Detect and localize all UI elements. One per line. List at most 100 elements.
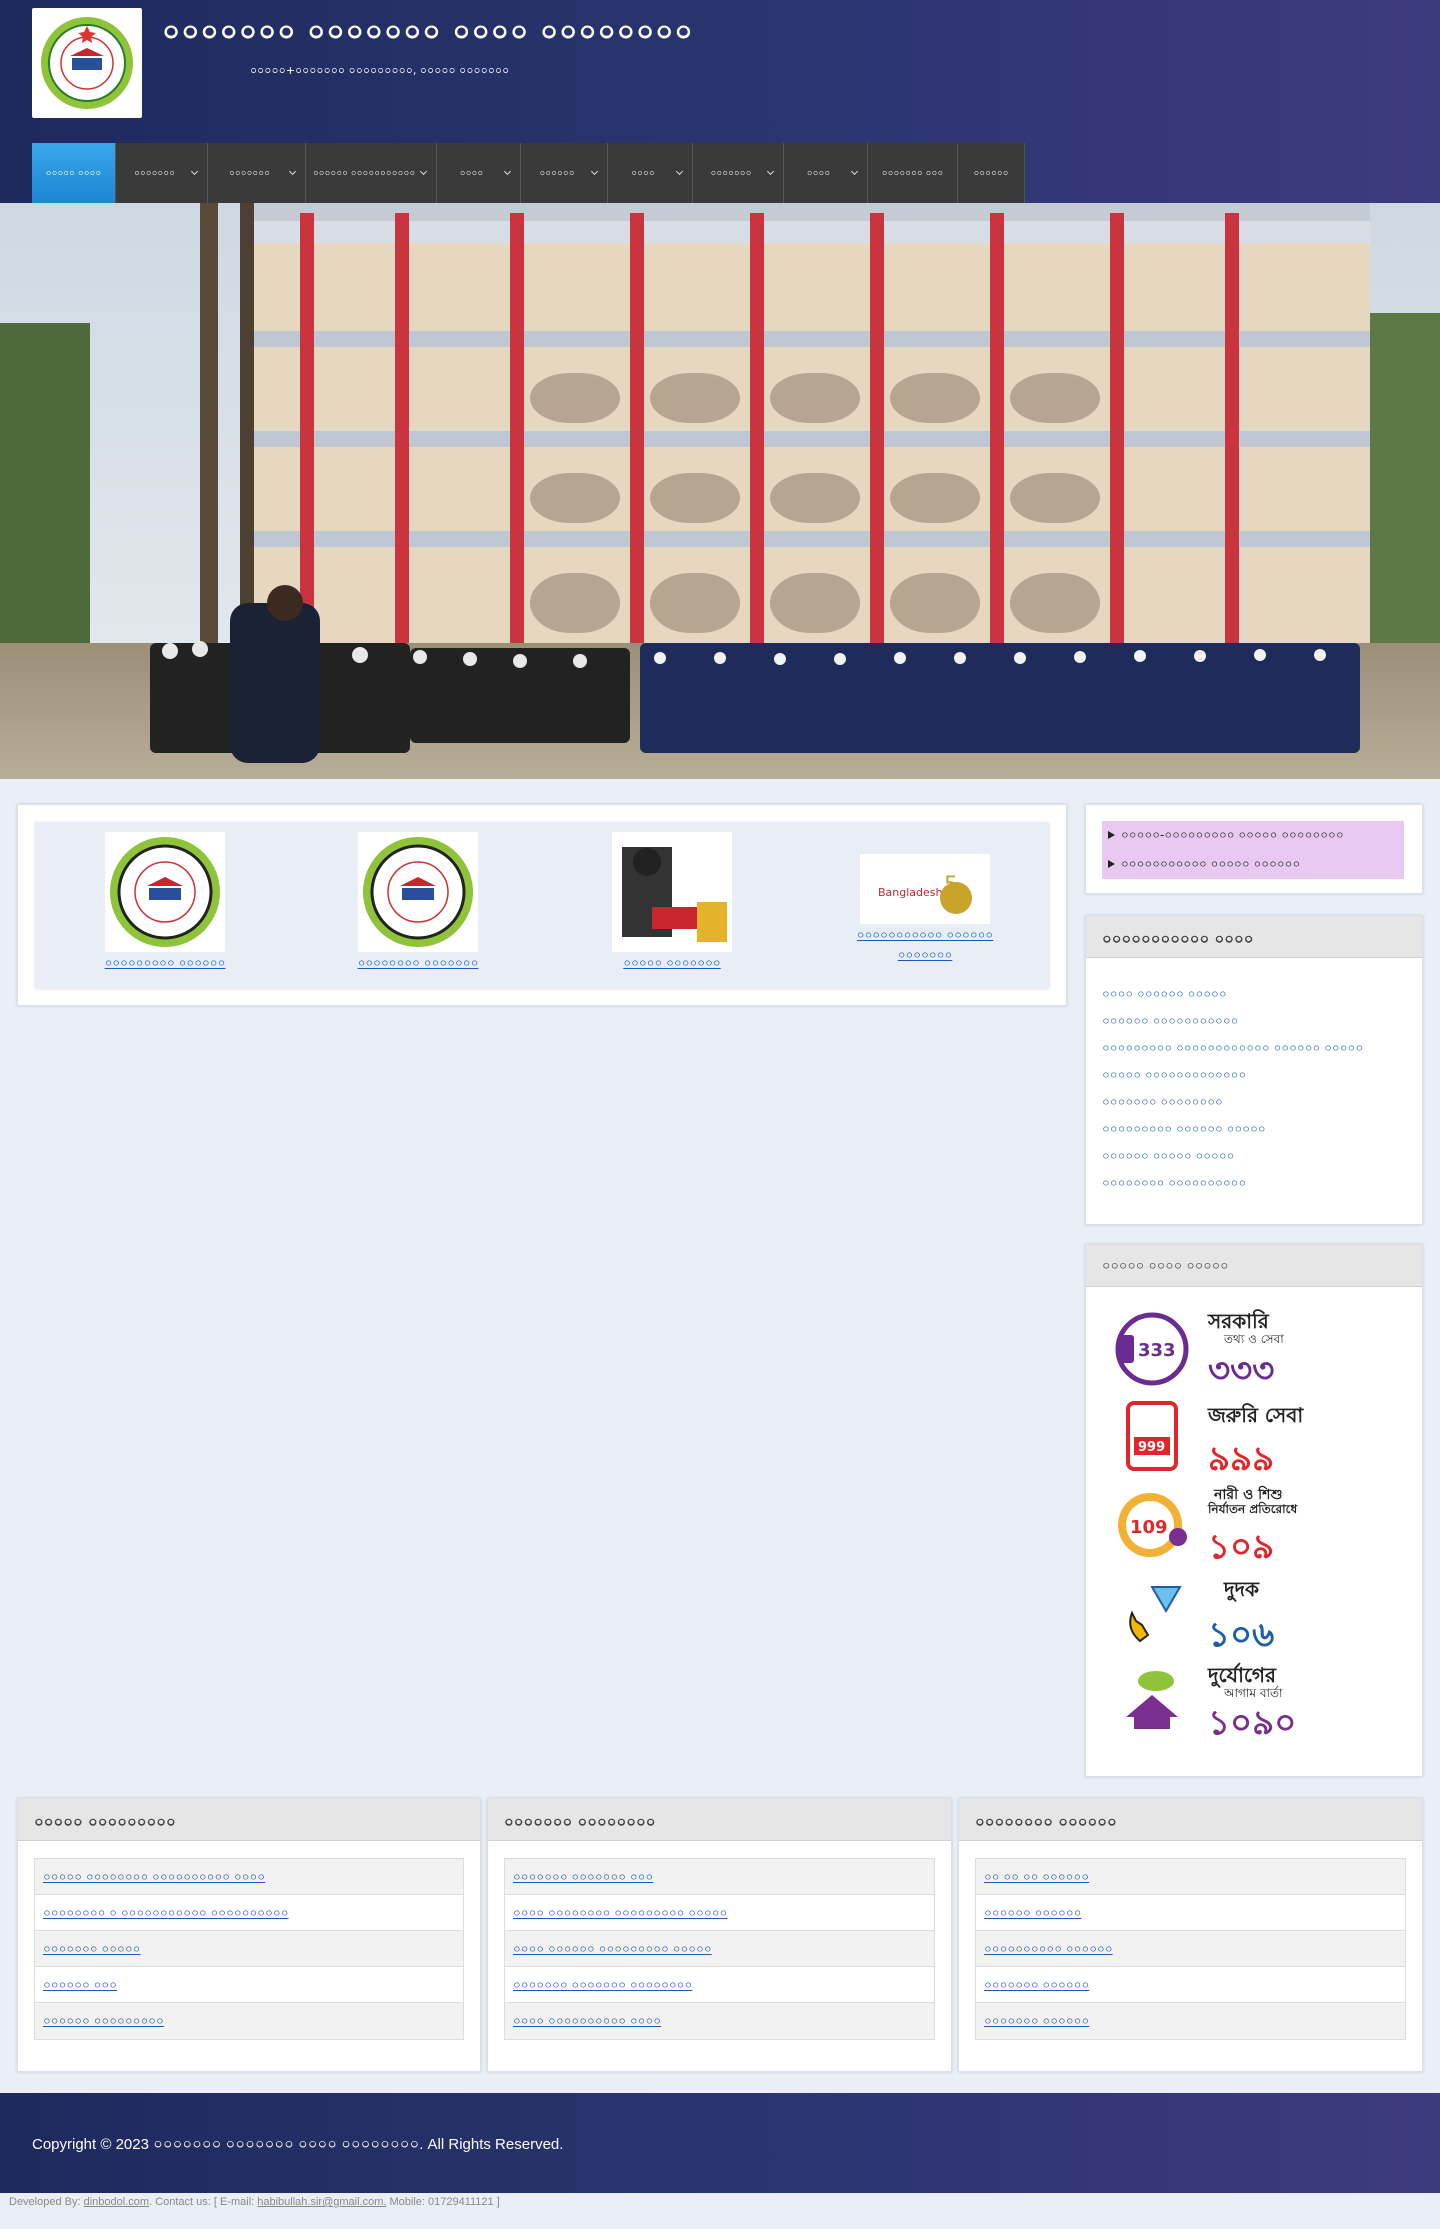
nav-item-5[interactable]: ০০০০	[437, 143, 521, 203]
footer-box-title: ০০০০০ ০০০০০০০০০	[18, 1799, 480, 1841]
women-child-109-icon: 109	[1118, 1493, 1187, 1557]
footer-link[interactable]: ০০০০০০০ ০০০০০০০ ০০০০০০০০	[505, 1967, 934, 2003]
tile-3[interactable]: ০০০০০ ০০০০০০০	[602, 832, 742, 975]
nav-label: ০০০০০ ০০০০	[45, 168, 102, 179]
important-link[interactable]: ০০০০০০ ০০০০০ ০০০০০	[1102, 1143, 1406, 1170]
tile-label[interactable]: ০০০০০০০০০০০ ০০০০০০ ০০০০০০০	[845, 927, 1005, 967]
footer-box-2: ০০০০০০০ ০০০০০০০০ ০০০০০০০ ০০০০০০০ ০০০ ০০০…	[487, 1798, 952, 2072]
tile-label[interactable]: ০০০০০০০০০ ০০০০০০	[95, 955, 235, 975]
important-links-title: ০০০০০০০০০০০ ০০০০	[1086, 916, 1422, 958]
footer-link-list: ০০ ০০ ০০ ০০০০০০ ০০০০০০ ০০০০০০ ০০০০০০০০০০…	[975, 1858, 1406, 2040]
triangle-right-icon	[1108, 860, 1115, 868]
notice-label[interactable]: ০০০০০০০০০০০ ০০০০০ ০০০০০০	[1121, 857, 1300, 871]
footer-link[interactable]: ০০০০ ০০০০০০০০০০ ০০০০	[505, 2003, 934, 2039]
nav-item-7[interactable]: ০০০০	[608, 143, 693, 203]
hotline-number: ১০৯০	[1208, 1703, 1297, 1743]
footer-link[interactable]: ০০০০০ ০০০০০০০০ ০০০০০০০০০০ ০০০০	[35, 1859, 463, 1895]
notice-item[interactable]: ০০০০০০০০০০০ ০০০০০ ০০০০০০	[1102, 850, 1404, 879]
tile-label[interactable]: ০০০০০ ০০০০০০০	[602, 955, 742, 975]
footer-link[interactable]: ০০০০ ০০০০০০০০ ০০০০০০০০০ ০০০০০	[505, 1895, 934, 1931]
service-tiles: ০০০০০০০০০ ০০০০০০ ০০০০০০০০ ০০০০০০০ ০০০০০ …	[35, 822, 1049, 988]
madrasa-logo[interactable]	[32, 8, 142, 118]
footer-link[interactable]: ০০ ০০ ০০ ০০০০০০	[976, 1859, 1405, 1895]
footer-link[interactable]: ০০০০০০০০ ০ ০০০০০০০০০০০ ০০০০০০০০০০	[35, 1895, 463, 1931]
important-links-box: ০০০০০০০০০০০ ০০০০ ০০০০ ০০০০০০ ০০০০০ ০০০০০…	[1085, 915, 1423, 1225]
nav-label: ০০০০০০০ ০০০	[881, 168, 944, 179]
hotline-sub: নির্যাতন প্রতিরোধে	[1208, 1502, 1298, 1516]
notice-item[interactable]: ০০০০০-০০০০০০০০০ ০০০০০ ০০০০০০০০	[1102, 821, 1404, 850]
chevron-down-icon	[590, 167, 599, 176]
tile-label[interactable]: ০০০০০০০০ ০০০০০০০	[348, 955, 488, 975]
footer-link[interactable]: ০০০০ ০০০০০০ ০০০০০০০০০ ০০০০০	[505, 1931, 934, 1967]
nav-label: ০০০০০০	[539, 168, 575, 179]
footer-link[interactable]: ০০০০০০০ ০০০০০০	[976, 1967, 1405, 2003]
site-title[interactable]: ০০০০০০০ ০০০০০০০ ০০০০ ০০০০০০০০	[162, 10, 694, 57]
footer-link[interactable]: ০০০০০০ ০০০০০০০০০	[35, 2003, 463, 2039]
nav-item-home[interactable]: ০০০০০ ০০০০	[32, 143, 116, 203]
developer-contact: . Contact us: [ E-mail:	[149, 2196, 258, 2208]
svg-text:5: 5	[944, 873, 958, 898]
phone-333-icon: 333	[1115, 1312, 1189, 1386]
footer-link[interactable]: ০০০০০০ ০০০০০০	[976, 1895, 1405, 1931]
hotline-title: ০০০০০ ০০০০ ০০০০০	[1086, 1245, 1422, 1287]
important-link[interactable]: ০০০০০০০০ ০০০০০০০০০০	[1102, 1170, 1406, 1197]
footer-link[interactable]: ০০০০০০ ০০০	[35, 1967, 463, 2003]
hotline-box: ০০০০০ ০০০০ ০০০০০ 333 সরকারি তথ্য ও সেবা …	[1085, 1244, 1423, 1777]
developer-email-link[interactable]: habibullah.sir@gmail.com.	[257, 2196, 386, 2208]
footer-link[interactable]: ০০০০০০০ ০০০০০	[35, 1931, 463, 1967]
developer-site-link[interactable]: dinbodol.com	[84, 2196, 149, 2208]
notice-label[interactable]: ০০০০০-০০০০০০০০০ ০০০০০ ০০০০০০০০	[1121, 828, 1344, 842]
hotline-number: ১০৬	[1208, 1615, 1275, 1655]
madrasa-logo-icon	[358, 832, 478, 952]
hotline-label: দুদক	[1224, 1577, 1260, 1601]
hotline-label: জরুরি সেবা	[1208, 1403, 1304, 1427]
nav-item-4[interactable]: ০০০০০০ ০০০০০০০০০০০	[306, 143, 437, 203]
important-link[interactable]: ০০০০০ ০০০০০০০০০০০০০	[1102, 1062, 1406, 1089]
site-address: ০০০০০+০০০০০০০ ০০০০০০০০০, ০০০০০ ০০০০০০০	[250, 64, 510, 77]
chevron-down-icon	[503, 167, 512, 176]
hotline-999[interactable]: 999 জরুরি সেবা ৯৯৯	[1112, 1395, 1332, 1483]
nav-item-2[interactable]: ০০০০০০০	[116, 143, 208, 203]
hotline-number: ১০৯	[1208, 1527, 1275, 1567]
triangle-right-icon	[1108, 831, 1115, 839]
mujib-100-icon	[612, 832, 732, 952]
nav-item-11[interactable]: ০০০০০০	[958, 143, 1025, 203]
footer-link[interactable]: ০০০০০০০ ০০০০০০	[976, 2003, 1405, 2039]
developer-mobile: Mobile: 01729411121 ]	[386, 2196, 500, 2208]
important-link[interactable]: ০০০০০০ ০০০০০০০০০০০	[1102, 1008, 1406, 1035]
svg-text:Bangladesh: Bangladesh	[878, 886, 943, 899]
tile-4[interactable]: Bangladesh 5 ০০০০০০০০০০০ ০০০০০০ ০০০০০০০	[845, 854, 1005, 967]
nav-item-6[interactable]: ০০০০০০	[521, 143, 608, 203]
notice-box: ০০০০০-০০০০০০০০০ ০০০০০ ০০০০০০০০ ০০০০০০০০০…	[1085, 804, 1423, 894]
footer-link[interactable]: ০০০০০০০ ০০০০০০০ ০০০	[505, 1859, 934, 1895]
tile-2[interactable]: ০০০০০০০০ ০০০০০০০	[348, 832, 488, 975]
important-link[interactable]: ০০০০ ০০০০০০ ০০০০০	[1102, 981, 1406, 1008]
nav-label: ০০০০০০ ০০০০০০০০০০০	[312, 168, 416, 179]
nav-item-8[interactable]: ০০০০০০০	[693, 143, 784, 203]
nav-item-3[interactable]: ০০০০০০০	[208, 143, 306, 203]
chevron-down-icon	[419, 167, 428, 176]
important-link[interactable]: ০০০০০০০০০ ০০০০০০০০০০০০ ০০০০০০ ০০০০০	[1102, 1035, 1406, 1062]
nav-item-10[interactable]: ০০০০০০০ ০০০	[868, 143, 958, 203]
important-link[interactable]: ০০০০০০০০০ ০০০০০০ ০০০০০	[1102, 1116, 1406, 1143]
anti-corruption-phone-icon	[1129, 1586, 1182, 1643]
important-link[interactable]: ০০০০০০০ ০০০০০০০০	[1102, 1089, 1406, 1116]
hotline-number: ৩৩৩	[1208, 1351, 1275, 1391]
copyright-bar: Copyright © 2023 ০০০০০০০ ০০০০০০০ ০০০০ ০০…	[0, 2093, 1440, 2193]
tile-1[interactable]: ০০০০০০০০০ ০০০০০০	[95, 832, 235, 975]
chevron-down-icon	[288, 167, 297, 176]
nav-label: ০০০০০০০	[134, 168, 175, 179]
footer-link[interactable]: ০০০০০০০০০০ ০০০০০০	[976, 1931, 1405, 1967]
nav-item-9[interactable]: ০০০০	[784, 143, 868, 203]
chevron-down-icon	[850, 167, 859, 176]
hotline-333[interactable]: 333 সরকারি তথ্য ও সেবা ৩৩৩	[1112, 1307, 1332, 1395]
hotline-106[interactable]: দুদক ১০৬	[1112, 1571, 1332, 1659]
nav-label: ০০০০০০০	[710, 168, 752, 179]
hotline-1090[interactable]: দুর্যোগের আগাম বার্তা ১০৯০	[1112, 1659, 1332, 1747]
chevron-down-icon	[675, 167, 684, 176]
hotline-banner: 333 সরকারি তথ্য ও সেবা ৩৩৩ 999 জরুরি সেব…	[1112, 1307, 1332, 1747]
nav-label: ০০০০০০	[973, 168, 1009, 179]
nav-label: ০০০০	[631, 168, 655, 179]
hotline-109[interactable]: 109 নারী ও শিশু নির্যাতন প্রতিরোধে ১০৯	[1112, 1483, 1332, 1571]
footer-box-1: ০০০০০ ০০০০০০০০০ ০০০০০ ০০০০০০০০ ০০০০০০০০০…	[17, 1798, 481, 2072]
